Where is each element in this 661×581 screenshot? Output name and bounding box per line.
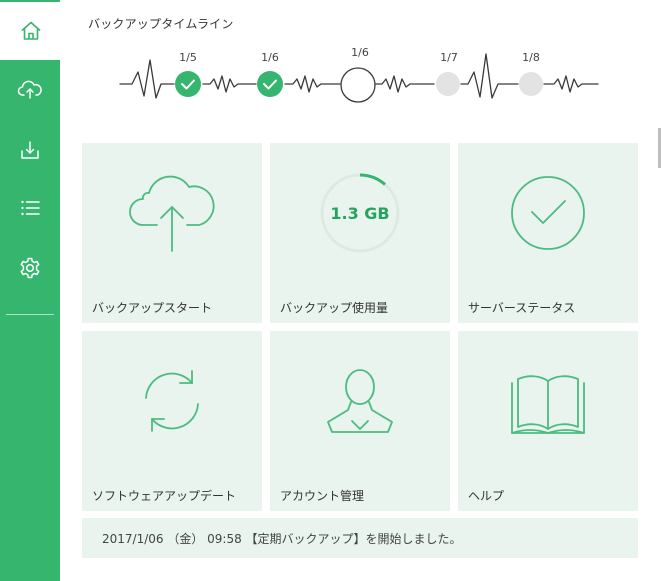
sidebar-item-download[interactable]	[0, 121, 60, 179]
server-status-tile[interactable]: サーバーステータス	[458, 143, 638, 323]
timeline-node-2[interactable]	[257, 71, 283, 97]
book-icon	[511, 375, 585, 434]
tile-label: ヘルプ	[468, 489, 505, 503]
home-icon	[20, 21, 41, 40]
backup-usage-tile[interactable]: 1.3 GB バックアップ使用量	[270, 143, 450, 323]
timeline-title: バックアップタイムライン	[88, 17, 234, 31]
timeline-node-4[interactable]	[436, 72, 460, 96]
usage-gauge: 1.3 GB	[318, 171, 402, 255]
sidebar-item-upload[interactable]	[0, 60, 60, 118]
user-icon	[327, 369, 393, 433]
tile-label: サーバーステータス	[468, 301, 576, 315]
timeline-node-label: 1/7	[440, 51, 458, 64]
list-icon	[21, 200, 40, 216]
download-icon	[21, 141, 39, 159]
sidebar-item-home[interactable]	[0, 2, 61, 60]
help-tile[interactable]: ヘルプ	[458, 331, 638, 511]
software-update-tile[interactable]: ソフトウェアアップデート	[82, 331, 262, 511]
timeline-node-label: 1/5	[179, 51, 197, 64]
tile-label: バックアップ使用量	[280, 301, 389, 315]
cloud-upload-icon	[17, 80, 42, 99]
refresh-icon	[145, 370, 199, 432]
tile-label: ソフトウェアアップデート	[92, 489, 237, 503]
timeline-node-label: 1/8	[522, 51, 540, 64]
tile-label: アカウント管理	[280, 489, 365, 503]
sidebar-divider	[6, 314, 54, 315]
check-circle-icon	[511, 176, 585, 250]
backup-timeline: 1/5 1/6 1/6 1/7 1/8	[118, 40, 608, 115]
timeline-node-1[interactable]	[175, 71, 201, 97]
sidebar	[0, 0, 61, 581]
sidebar-item-list[interactable]	[0, 179, 60, 237]
timeline-node-label: 1/6	[351, 46, 369, 59]
gear-icon	[20, 257, 40, 279]
tile-label: バックアップスタート	[92, 301, 213, 315]
sidebar-item-settings[interactable]	[0, 239, 60, 297]
main-content: バックアップタイムライン 1/5 1/6 1/6 1/7 1/8 バックアップス…	[60, 0, 661, 581]
cloud-upload-icon	[129, 175, 215, 252]
usage-value: 1.3 GB	[330, 203, 390, 223]
account-management-tile[interactable]: アカウント管理	[270, 331, 450, 511]
timeline-node-label: 1/6	[261, 51, 279, 64]
backup-start-tile[interactable]: バックアップスタート	[82, 143, 262, 323]
status-message: 2017/1/06 （金） 09:58 【定期バックアップ】を開始しました。	[102, 531, 462, 546]
status-message-bar: 2017/1/06 （金） 09:58 【定期バックアップ】を開始しました。	[82, 518, 638, 558]
timeline-node-3[interactable]	[340, 67, 376, 103]
timeline-node-5[interactable]	[519, 72, 543, 96]
